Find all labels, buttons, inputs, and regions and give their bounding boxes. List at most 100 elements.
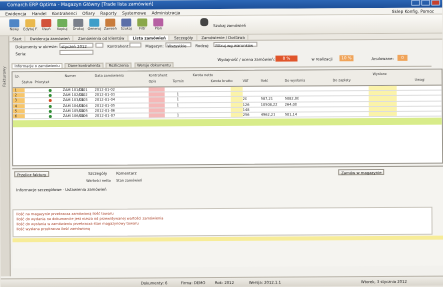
subtab-contractor[interactable]: Dane kontrahenta [64, 62, 104, 68]
cell-lp: 6 [14, 114, 18, 119]
status-bar: Dokumenty: 6 Firma: DEMO Rok: 2012 Wersj… [0, 275, 443, 287]
tab-szczegoly[interactable]: Szczegóły [171, 35, 198, 42]
recalc-button[interactable]: Przelicz faktury [14, 171, 50, 178]
printer-icon [73, 18, 84, 27]
binoculars-button[interactable] [199, 18, 209, 34]
warning-line: Ilość wysłana przekracza ilość zamówioną [16, 226, 91, 232]
tab-lista[interactable]: Lista zamówień [129, 35, 170, 42]
col-date[interactable]: Data zamówienia [95, 74, 124, 78]
status-year: Rok: 2012 [214, 279, 235, 286]
status-dot-icon [48, 104, 52, 108]
close-icon[interactable] [431, 0, 441, 6]
subtab-info[interactable]: Informacje o zamówieniu [11, 62, 63, 69]
warnings-panel: Ilość na magazynie przekracza zamówioną … [12, 206, 433, 238]
calendar-picker[interactable] [95, 42, 104, 48]
binoculars-icon [200, 18, 209, 27]
copy-icon [57, 18, 68, 28]
delete-button[interactable]: Usuń [39, 19, 53, 35]
col-vat[interactable]: VAT [243, 79, 249, 83]
series-field[interactable] [59, 49, 94, 55]
col-lp[interactable]: Lp. [15, 74, 20, 78]
status-dot-icon [48, 115, 52, 119]
contractor-field[interactable] [129, 42, 142, 48]
subtab-settlements[interactable]: Rozliczenia [105, 62, 132, 68]
print-button[interactable]: Drukuj [71, 18, 85, 35]
cell-v4: 4962,21 [260, 112, 276, 117]
col-to-pay[interactable]: Do zapłaty [333, 78, 351, 82]
cancel-badge: 0 [397, 54, 408, 61]
menu-item-raporty[interactable]: Raporty [100, 11, 116, 16]
rating-badge: 8 % [275, 55, 298, 62]
copy-button[interactable]: Kopiuj [55, 18, 69, 35]
subtab-versions[interactable]: Wersje dokumentu [134, 62, 174, 68]
edit-icon [25, 19, 36, 28]
status-label: Rodzaj: [195, 43, 210, 49]
status-dot-icon [48, 89, 52, 93]
app-window: Comarch ERP Optima - Magazyn Główny [Tra… [0, 0, 443, 287]
period-select[interactable]: styczeń 2012 [59, 42, 94, 49]
order-in-warehouse-button[interactable]: Zamów w magazynie [338, 169, 385, 176]
net-values-label: Wartości netto [86, 178, 111, 183]
status-docs: Dokumenty: 6 [140, 280, 168, 286]
tab-details[interactable]: Szczegóły [86, 171, 109, 177]
generate-icon [89, 18, 100, 27]
col-priority[interactable]: Priorytet [35, 80, 50, 84]
orders-grid[interactable]: Lp. Status Priorytet Numer Data zamówien… [11, 68, 443, 167]
search-button[interactable]: Szukaj [119, 18, 133, 35]
detail-subtabs: Informacje o zamówieniu Dane kontrahenta… [11, 60, 432, 70]
tab-start[interactable]: Start [9, 36, 26, 43]
col-net[interactable]: Kwota netto [193, 73, 214, 77]
cell-v3: 256 [242, 112, 250, 117]
col-number[interactable]: Numer [65, 74, 76, 78]
tab-dostawa[interactable]: Zamówienie / Dostawa [198, 34, 249, 42]
status-version: Wersja: 2012.1.1 [248, 279, 282, 285]
warning-line: Ilość na magazynie przekracza zamówioną … [16, 211, 114, 217]
cell-v5: 501,14 [284, 112, 298, 117]
col-term[interactable]: Termin [173, 79, 184, 83]
search-icon [121, 18, 132, 27]
warehouse-select[interactable]: Wszystkie [165, 42, 192, 48]
col-sent[interactable]: Wysłane [373, 72, 387, 76]
col-desc[interactable]: Opis [149, 79, 157, 83]
realization-label: w realizacji [311, 56, 333, 62]
row-highlight-green[interactable] [12, 117, 442, 128]
cell-date: 2012-01-07 [94, 113, 116, 118]
new-doc-icon [9, 19, 20, 28]
status-select[interactable]: Filtruj wg warunków [213, 41, 258, 48]
replace-button[interactable]: Zamień [103, 18, 117, 35]
minimize-icon[interactable] [411, 0, 421, 6]
window-title: Comarch ERP Optima - Magazyn Główny [Tra… [7, 2, 154, 9]
contractor-label: Kontrahent: [107, 43, 130, 49]
col-notes[interactable]: Uwagi [415, 78, 425, 82]
col-to-send[interactable]: Do wysłania [285, 78, 306, 82]
menu-item-ewidencja[interactable]: Ewidencja [5, 11, 26, 16]
delete-icon [41, 19, 52, 28]
edit-button[interactable]: Edytuj F2 [23, 19, 37, 35]
tab-ewidencja[interactable]: Ewidencja zamówień [26, 35, 74, 43]
tab-zamowienia[interactable]: Zamówienia od klientów [74, 35, 129, 42]
status-dot-icon [48, 109, 52, 113]
menu-item-ofiary[interactable]: Ofiary [82, 11, 95, 16]
rating-label: Wydajność / ocena zamówień: [217, 56, 275, 63]
sidebar[interactable]: Fakturowy [0, 36, 11, 277]
plan-button[interactable]: Plan [151, 18, 165, 34]
status-dot-icon [48, 99, 52, 103]
menu-item-administracja[interactable]: Administracja [152, 10, 181, 15]
filter-button[interactable]: Filtr [135, 18, 149, 34]
col-qty[interactable]: Ilość [261, 79, 269, 83]
col-gross[interactable]: Kwota brutto [211, 79, 233, 83]
cell-v1: 1 [176, 113, 180, 118]
col-contractor[interactable]: Kontrahent [149, 73, 168, 77]
filter-icon [137, 18, 148, 27]
tab-comment[interactable]: Komentarz [114, 171, 138, 177]
menu-item-kontrahenci[interactable]: Kontrahenci [52, 11, 77, 16]
menu-item-handel[interactable]: Handel [32, 11, 47, 16]
docs-label: Dokumenty w okresie: [15, 43, 58, 50]
col-status[interactable]: Status [22, 80, 33, 84]
generate-button[interactable]: Generuj [87, 18, 101, 35]
new-button[interactable]: Nowy [7, 19, 21, 35]
maximize-icon[interactable] [421, 0, 431, 6]
menu-item-systemowe[interactable]: Systemowe [122, 10, 146, 15]
cell-code: 1106 [78, 113, 88, 118]
series-label: Seria: [15, 51, 27, 57]
